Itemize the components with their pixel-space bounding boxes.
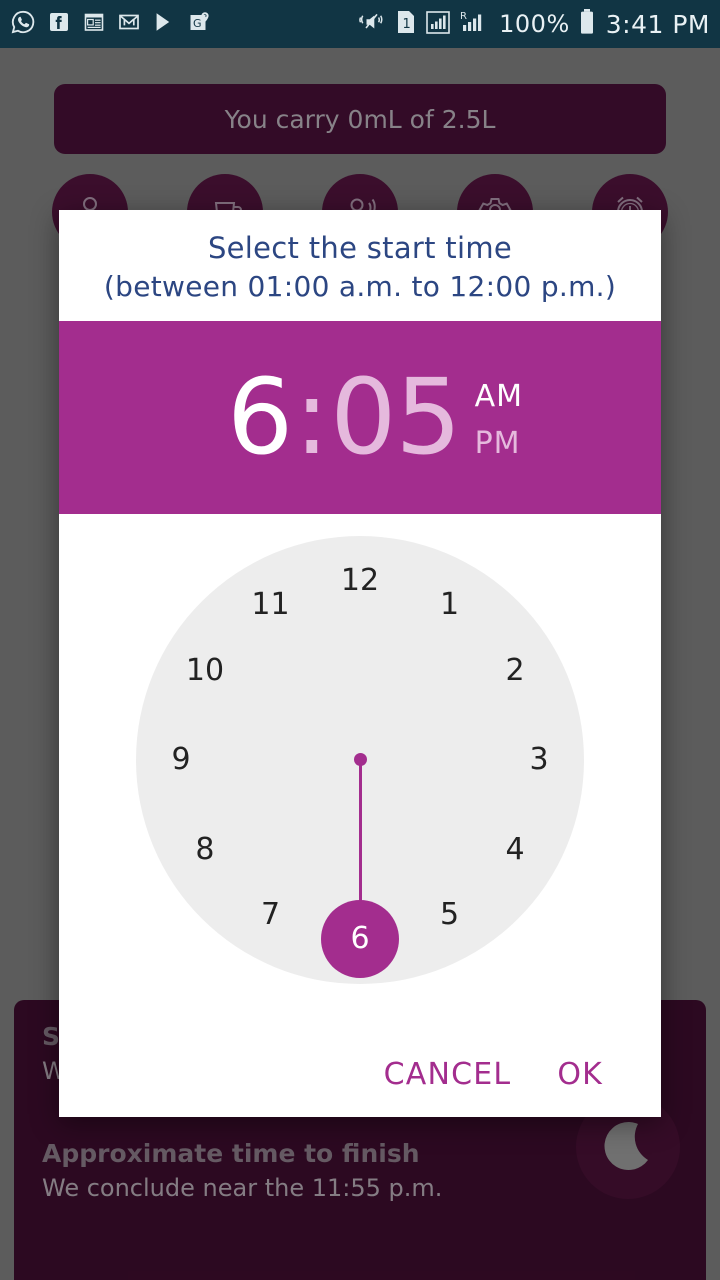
am-toggle[interactable]: AM [475,379,523,414]
clock-number-10[interactable]: 10 [179,644,231,696]
clock-number-7[interactable]: 7 [245,889,297,941]
gmail-icon [117,10,141,38]
dialog-title-area: Select the start time (between 01:00 a.m… [59,210,661,321]
clock-number-2[interactable]: 2 [489,644,541,696]
phone-screen: G 1 R 100% 3:41 PM You carry 0mL of 2.5L… [0,0,720,1280]
minute-value[interactable]: 05 [330,365,461,469]
clock-number-6[interactable]: 6 [334,913,386,965]
time-separator: : [294,356,329,479]
svg-text:R: R [460,11,467,22]
svg-text:1: 1 [403,17,411,32]
pm-toggle[interactable]: PM [475,426,523,461]
clock-number-9[interactable]: 9 [155,734,207,786]
svg-text:G: G [193,17,202,30]
google-maps-icon: G [187,10,211,38]
clock-number-12[interactable]: 12 [334,555,386,607]
clock-number-8[interactable]: 8 [179,823,231,875]
dialog-title: Select the start time [207,231,513,265]
signal-icon [425,9,451,39]
clock-center-dot [353,753,367,767]
clock-picker-area[interactable]: 1 2 3 4 5 6 7 8 9 10 11 12 [59,513,661,1031]
clock-number-1[interactable]: 1 [424,579,476,631]
news-icon [82,10,106,38]
battery-icon [579,8,595,40]
clock-number-4[interactable]: 4 [489,823,541,875]
status-bar-notification-icons: G [10,9,211,39]
clock-number-11[interactable]: 11 [245,579,297,631]
clock-number-5[interactable]: 5 [424,889,476,941]
meridiem-group: AM PM [475,373,523,461]
status-bar-system-icons: 1 R 100% 3:41 PM [357,8,710,40]
time-value-group: 6 : 05 [227,356,462,479]
whatsapp-icon [10,9,36,39]
roaming-signal-icon: R [460,9,490,39]
battery-percent-label: 100% [499,10,570,38]
clock-number-3[interactable]: 3 [513,734,565,786]
dialog-actions: CANCEL OK [59,1031,661,1117]
facebook-icon [47,10,71,38]
play-store-icon [152,10,176,38]
cancel-button[interactable]: CANCEL [384,1057,512,1092]
status-bar-clock: 3:41 PM [605,9,710,39]
time-display-header: 6 : 05 AM PM [59,320,661,514]
clock-face[interactable]: 1 2 3 4 5 6 7 8 9 10 11 12 [136,535,584,984]
hour-value[interactable]: 6 [227,365,293,469]
sim-1-icon: 1 [396,9,416,39]
dialog-subtitle: (between 01:00 a.m. to 12:00 p.m.) [103,270,617,304]
ok-button[interactable]: OK [557,1057,603,1092]
status-bar: G 1 R 100% 3:41 PM [0,0,720,48]
vibrate-mute-icon [357,10,387,38]
time-picker-dialog: Select the start time (between 01:00 a.m… [59,210,661,1117]
